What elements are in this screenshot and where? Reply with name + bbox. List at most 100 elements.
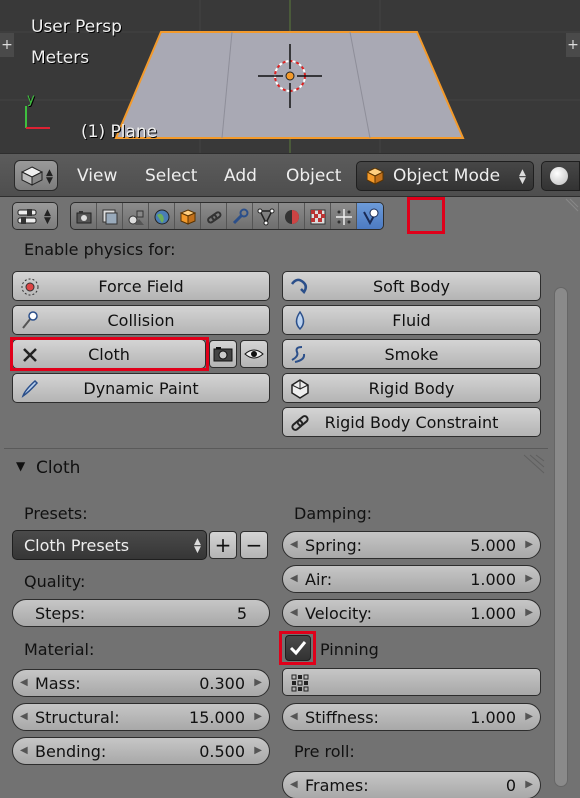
air-field[interactable]: ◀ Air: 1.000 ▶ <box>282 565 541 593</box>
collision-icon <box>22 311 38 329</box>
increment-arrow-icon[interactable]: ▶ <box>525 779 533 790</box>
add-preset-button[interactable]: + <box>209 531 237 559</box>
decrement-arrow-icon[interactable]: ◀ <box>290 573 298 584</box>
add-menu[interactable]: Add <box>224 166 257 186</box>
decrement-arrow-icon[interactable]: ◀ <box>20 711 28 722</box>
rigid-body-label: Rigid Body <box>368 378 455 398</box>
decrement-arrow-icon[interactable]: ◀ <box>20 745 28 756</box>
viewport-header: ▲ ▼ View Select Add Object Object Mode ▲ ▼ <box>0 153 580 197</box>
steps-field[interactable]: Steps: 5 <box>12 599 270 627</box>
scene-icon <box>128 210 144 225</box>
world-tab[interactable] <box>149 203 175 229</box>
region-resize-corner-icon[interactable] <box>560 197 580 217</box>
structural-field-label: Structural: <box>35 708 120 727</box>
force-field-label: Force Field <box>98 276 184 296</box>
camera-icon <box>76 211 91 224</box>
chain-link-icon <box>291 415 309 431</box>
spring-field[interactable]: ◀ Spring: 5.000 ▶ <box>282 531 541 559</box>
increment-arrow-icon[interactable]: ▶ <box>254 677 262 688</box>
smoke-button[interactable]: Smoke <box>282 339 541 369</box>
frames-field[interactable]: ◀ Frames: 0 ▶ <box>282 771 541 798</box>
pin-group-selector[interactable] <box>282 668 541 696</box>
increment-arrow-icon[interactable]: ▶ <box>254 745 262 756</box>
increment-arrow-icon[interactable]: ▶ <box>525 573 533 584</box>
view-menu[interactable]: View <box>77 166 117 186</box>
mode-selector[interactable]: Object Mode ▲ ▼ <box>356 161 534 191</box>
cloth-panel-title[interactable]: Cloth <box>36 458 80 478</box>
scene-tab[interactable] <box>123 203 149 229</box>
particles-tab[interactable] <box>331 203 357 229</box>
properties-icon <box>17 209 37 224</box>
physics-tab[interactable] <box>357 203 383 229</box>
decrement-arrow-icon[interactable]: ◀ <box>290 779 298 790</box>
soft-body-button[interactable]: Soft Body <box>282 271 541 301</box>
render-tab[interactable] <box>71 203 97 229</box>
object-tab[interactable] <box>175 203 201 229</box>
updown-arrows-icon: ▲ ▼ <box>519 168 526 186</box>
paint-brush-icon <box>21 379 39 398</box>
pinning-label: Pinning <box>320 640 379 659</box>
data-tab[interactable] <box>253 203 279 229</box>
stiffness-field[interactable]: ◀ Stiffness: 1.000 ▶ <box>282 703 541 731</box>
dynamic-paint-button[interactable]: Dynamic Paint <box>12 373 270 403</box>
texture-tab[interactable] <box>305 203 331 229</box>
physics-tab-highlight <box>407 197 445 234</box>
cloth-viewport-toggle[interactable] <box>240 340 268 368</box>
remove-preset-button[interactable]: − <box>240 531 268 559</box>
cloth-button[interactable]: Cloth <box>12 339 206 369</box>
constraints-tab[interactable] <box>201 203 227 229</box>
cloth-presets-value: Cloth Presets <box>24 536 130 555</box>
material-label: Material: <box>24 640 95 659</box>
updown-arrows-icon: ▲ ▼ <box>194 537 201 555</box>
object-menu[interactable]: Object <box>286 166 341 186</box>
minus-icon: − <box>245 533 263 557</box>
modifiers-tab[interactable] <box>227 203 253 229</box>
properties-editor-type-button[interactable]: ▲ ▼ <box>12 202 58 230</box>
fluid-drop-icon <box>295 310 305 331</box>
pinning-checkbox[interactable] <box>285 635 311 661</box>
section-divider <box>4 448 548 449</box>
increment-arrow-icon[interactable]: ▶ <box>254 711 262 722</box>
mass-field-label: Mass: <box>35 674 81 693</box>
bending-field[interactable]: ◀ Bending: 0.500 ▶ <box>12 737 270 765</box>
render-layers-tab[interactable] <box>97 203 123 229</box>
collapse-triangle-icon[interactable]: ▼ <box>16 459 25 473</box>
mass-field[interactable]: ◀ Mass: 0.300 ▶ <box>12 669 270 697</box>
editor-type-button[interactable]: ▲ ▼ <box>14 160 58 191</box>
collision-button[interactable]: Collision <box>12 305 270 335</box>
structural-field[interactable]: ◀ Structural: 15.000 ▶ <box>12 703 270 731</box>
force-field-button[interactable]: Force Field <box>12 271 270 301</box>
cloth-presets-select[interactable]: Cloth Presets ▲ ▼ <box>12 530 207 560</box>
increment-arrow-icon[interactable]: ▶ <box>525 539 533 550</box>
axis-y-label: y <box>27 92 35 107</box>
viewport-shading-button[interactable] <box>541 161 580 191</box>
increment-arrow-icon[interactable]: ▶ <box>525 607 533 618</box>
decrement-arrow-icon[interactable]: ◀ <box>290 607 298 618</box>
properties-region-toggle-icon[interactable]: + <box>566 33 580 57</box>
spring-field-label: Spring: <box>305 536 363 555</box>
rigid-body-constraint-label: Rigid Body Constraint <box>324 412 499 432</box>
decrement-arrow-icon[interactable]: ◀ <box>20 677 28 688</box>
rigid-body-constraint-button[interactable]: Rigid Body Constraint <box>282 407 541 437</box>
air-field-label: Air: <box>305 570 333 589</box>
properties-scrollbar[interactable] <box>554 287 568 787</box>
stiffness-field-value: 1.000 <box>470 708 516 727</box>
fluid-button[interactable]: Fluid <box>282 305 541 335</box>
stiffness-field-label: Stiffness: <box>305 708 379 727</box>
mesh-data-icon <box>257 208 274 226</box>
checkmark-icon <box>289 641 307 656</box>
cloth-render-toggle[interactable] <box>209 340 237 368</box>
panel-drag-handle-icon[interactable] <box>520 453 546 475</box>
3d-viewport[interactable]: User Persp Meters (1) Plane y + + <box>0 0 580 153</box>
decrement-arrow-icon[interactable]: ◀ <box>290 711 298 722</box>
select-menu[interactable]: Select <box>145 166 197 186</box>
toolshelf-toggle-icon[interactable]: + <box>0 33 14 57</box>
updown-arrows-icon: ▲ ▼ <box>44 208 51 226</box>
increment-arrow-icon[interactable]: ▶ <box>525 711 533 722</box>
rigid-body-button[interactable]: Rigid Body <box>282 373 541 403</box>
material-tab[interactable] <box>279 203 305 229</box>
decrement-arrow-icon[interactable]: ◀ <box>290 539 298 550</box>
velocity-field[interactable]: ◀ Velocity: 1.000 ▶ <box>282 599 541 627</box>
fluid-label: Fluid <box>392 310 431 330</box>
sphere-shading-icon <box>550 167 568 185</box>
